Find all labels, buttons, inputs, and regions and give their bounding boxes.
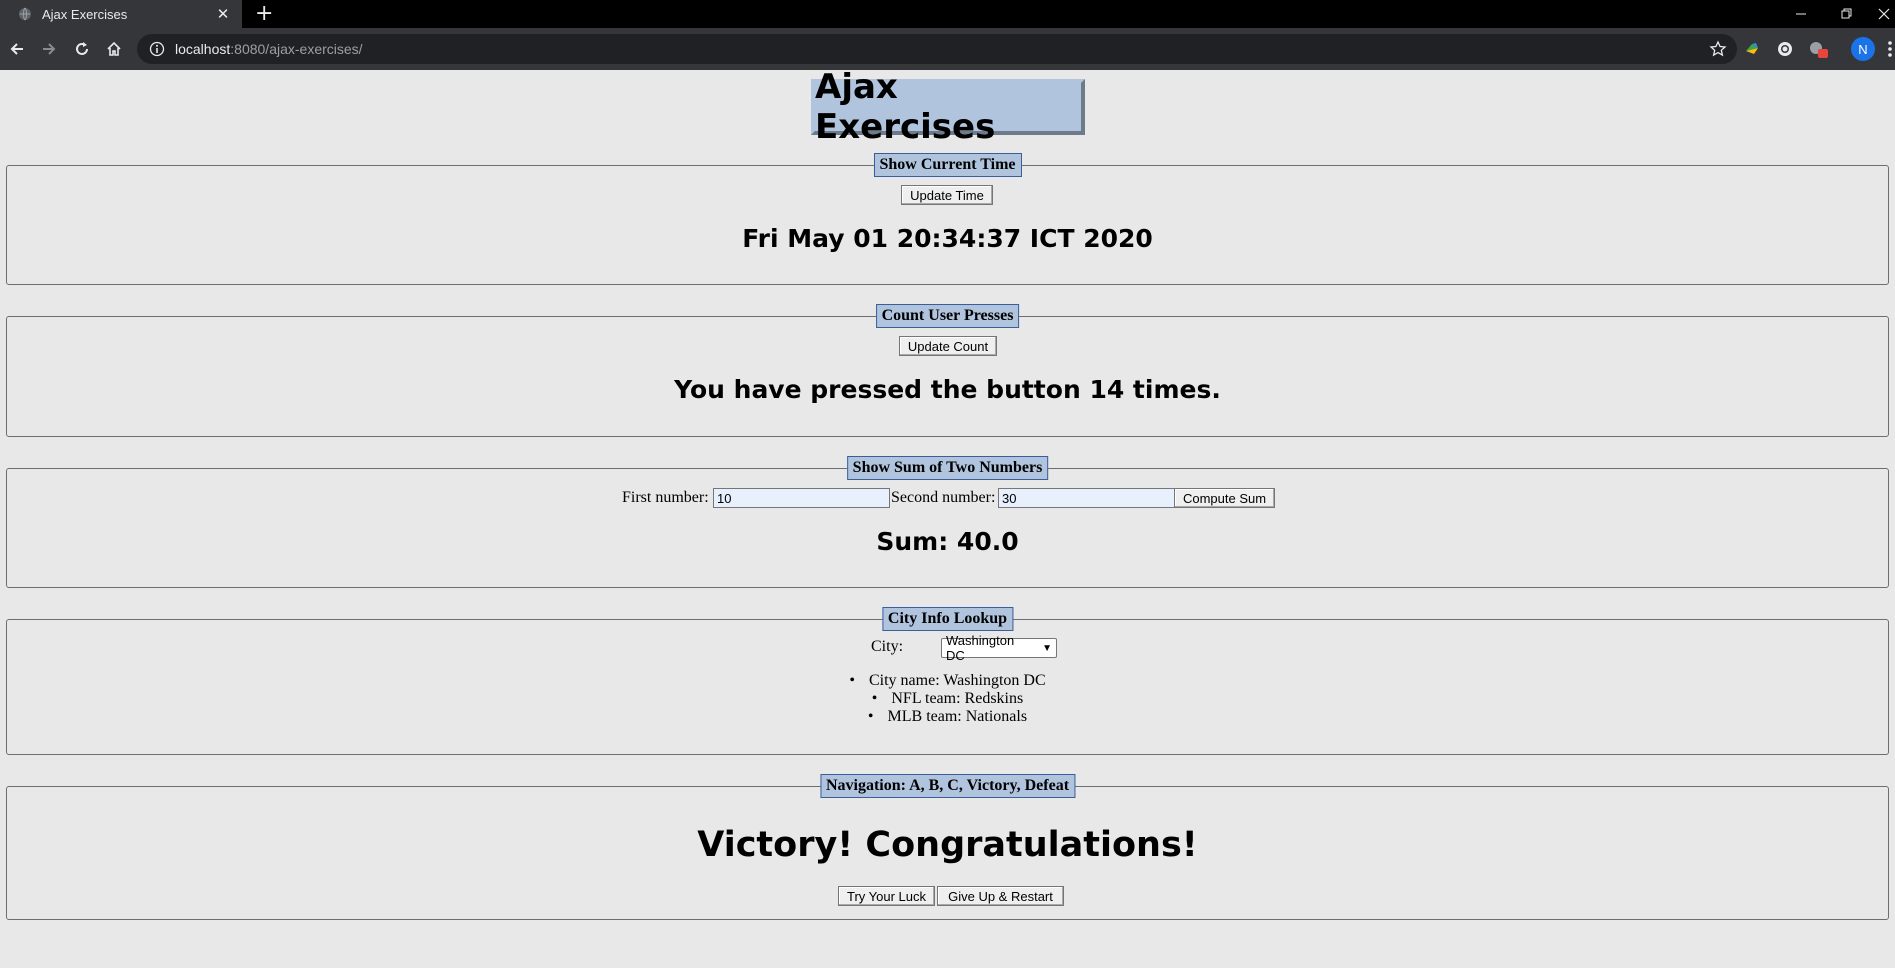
url-path: :8080/ajax-exercises/ [230, 41, 363, 57]
first-number-label: First number: [622, 489, 709, 506]
home-icon[interactable] [102, 37, 126, 61]
city-select[interactable]: Washington DC ▼ [941, 633, 1057, 663]
new-tab-icon[interactable]: + [255, 3, 273, 25]
tab-close-icon[interactable]: ✕ [214, 5, 232, 23]
second-number-label: Second number: [891, 489, 996, 506]
city-info-item: City name: Washington DC [7, 672, 1888, 690]
extension-color-icon[interactable] [1743, 40, 1761, 58]
time-result: Fri May 01 20:34:37 ICT 2020 [742, 224, 1153, 253]
info-icon[interactable] [149, 41, 165, 57]
city-select-value: Washington DC [946, 633, 1015, 663]
try-your-luck-button[interactable]: Try Your Luck [838, 886, 935, 906]
dropdown-caret-icon: ▼ [1042, 642, 1052, 654]
second-number-input[interactable]: 30 [998, 488, 1175, 508]
city-panel-legend: City Info Lookup [881, 607, 1014, 631]
extension-circle-icon[interactable] [1776, 40, 1794, 58]
city-info-item: MLB team: Nationals [7, 708, 1888, 726]
time-panel: Show Current Time Update Time Fri May 01… [6, 153, 1889, 285]
navigation-panel-legend: Navigation: A, B, C, Victory, Defeat [819, 774, 1076, 798]
window-close-icon[interactable] [1872, 0, 1895, 28]
url-host: localhost [175, 41, 231, 57]
count-result: You have pressed the button 14 times. [674, 375, 1221, 404]
browser-toolbar: localhost:8080/ajax-exercises/ N [0, 28, 1895, 70]
count-panel-legend: Count User Presses [875, 304, 1020, 328]
first-number-input[interactable]: 10 [713, 488, 890, 508]
update-time-button[interactable]: Update Time [901, 185, 993, 205]
back-icon[interactable] [5, 37, 29, 61]
time-panel-legend: Show Current Time [873, 153, 1022, 177]
sum-result: Sum: 40.0 [876, 527, 1019, 556]
city-info-item: NFL team: Redskins [7, 690, 1888, 708]
page-title: Ajax Exercises [811, 67, 1085, 147]
city-label: City: [871, 638, 904, 655]
bookmark-star-icon[interactable] [1709, 40, 1727, 58]
browser-tab-strip: Ajax Exercises ✕ + [0, 0, 1895, 28]
address-bar[interactable]: localhost:8080/ajax-exercises/ [137, 34, 1737, 64]
globe-icon [18, 7, 32, 21]
restore-icon[interactable] [1827, 0, 1867, 28]
profile-avatar[interactable]: N [1851, 37, 1875, 61]
city-info-list: City name: Washington DC NFL team: Redsk… [7, 672, 1888, 726]
reload-icon[interactable] [70, 37, 94, 61]
tab-title: Ajax Exercises [42, 6, 128, 22]
browser-menu-icon[interactable] [1885, 38, 1895, 60]
page-content: Ajax Exercises Show Current Time Update … [0, 67, 1895, 968]
compute-sum-button[interactable]: Compute Sum [1174, 488, 1275, 508]
count-panel: Count User Presses Update Count You have… [6, 304, 1889, 437]
give-up-restart-button[interactable]: Give Up & Restart [937, 886, 1064, 906]
minimize-icon[interactable] [1781, 0, 1821, 28]
navigation-panel: Navigation: A, B, C, Victory, Defeat Vic… [6, 774, 1889, 920]
city-panel: City Info Lookup City: Washington DC ▼ C… [6, 607, 1889, 755]
sum-panel: Show Sum of Two Numbers First number: 10… [6, 456, 1889, 588]
forward-icon[interactable] [37, 37, 61, 61]
browser-tab[interactable]: Ajax Exercises ✕ [0, 0, 242, 28]
update-count-button[interactable]: Update Count [899, 336, 997, 356]
extension-badge-icon[interactable] [1808, 40, 1828, 58]
sum-panel-legend: Show Sum of Two Numbers [846, 456, 1049, 480]
navigation-result: Victory! Congratulations! [697, 825, 1198, 865]
